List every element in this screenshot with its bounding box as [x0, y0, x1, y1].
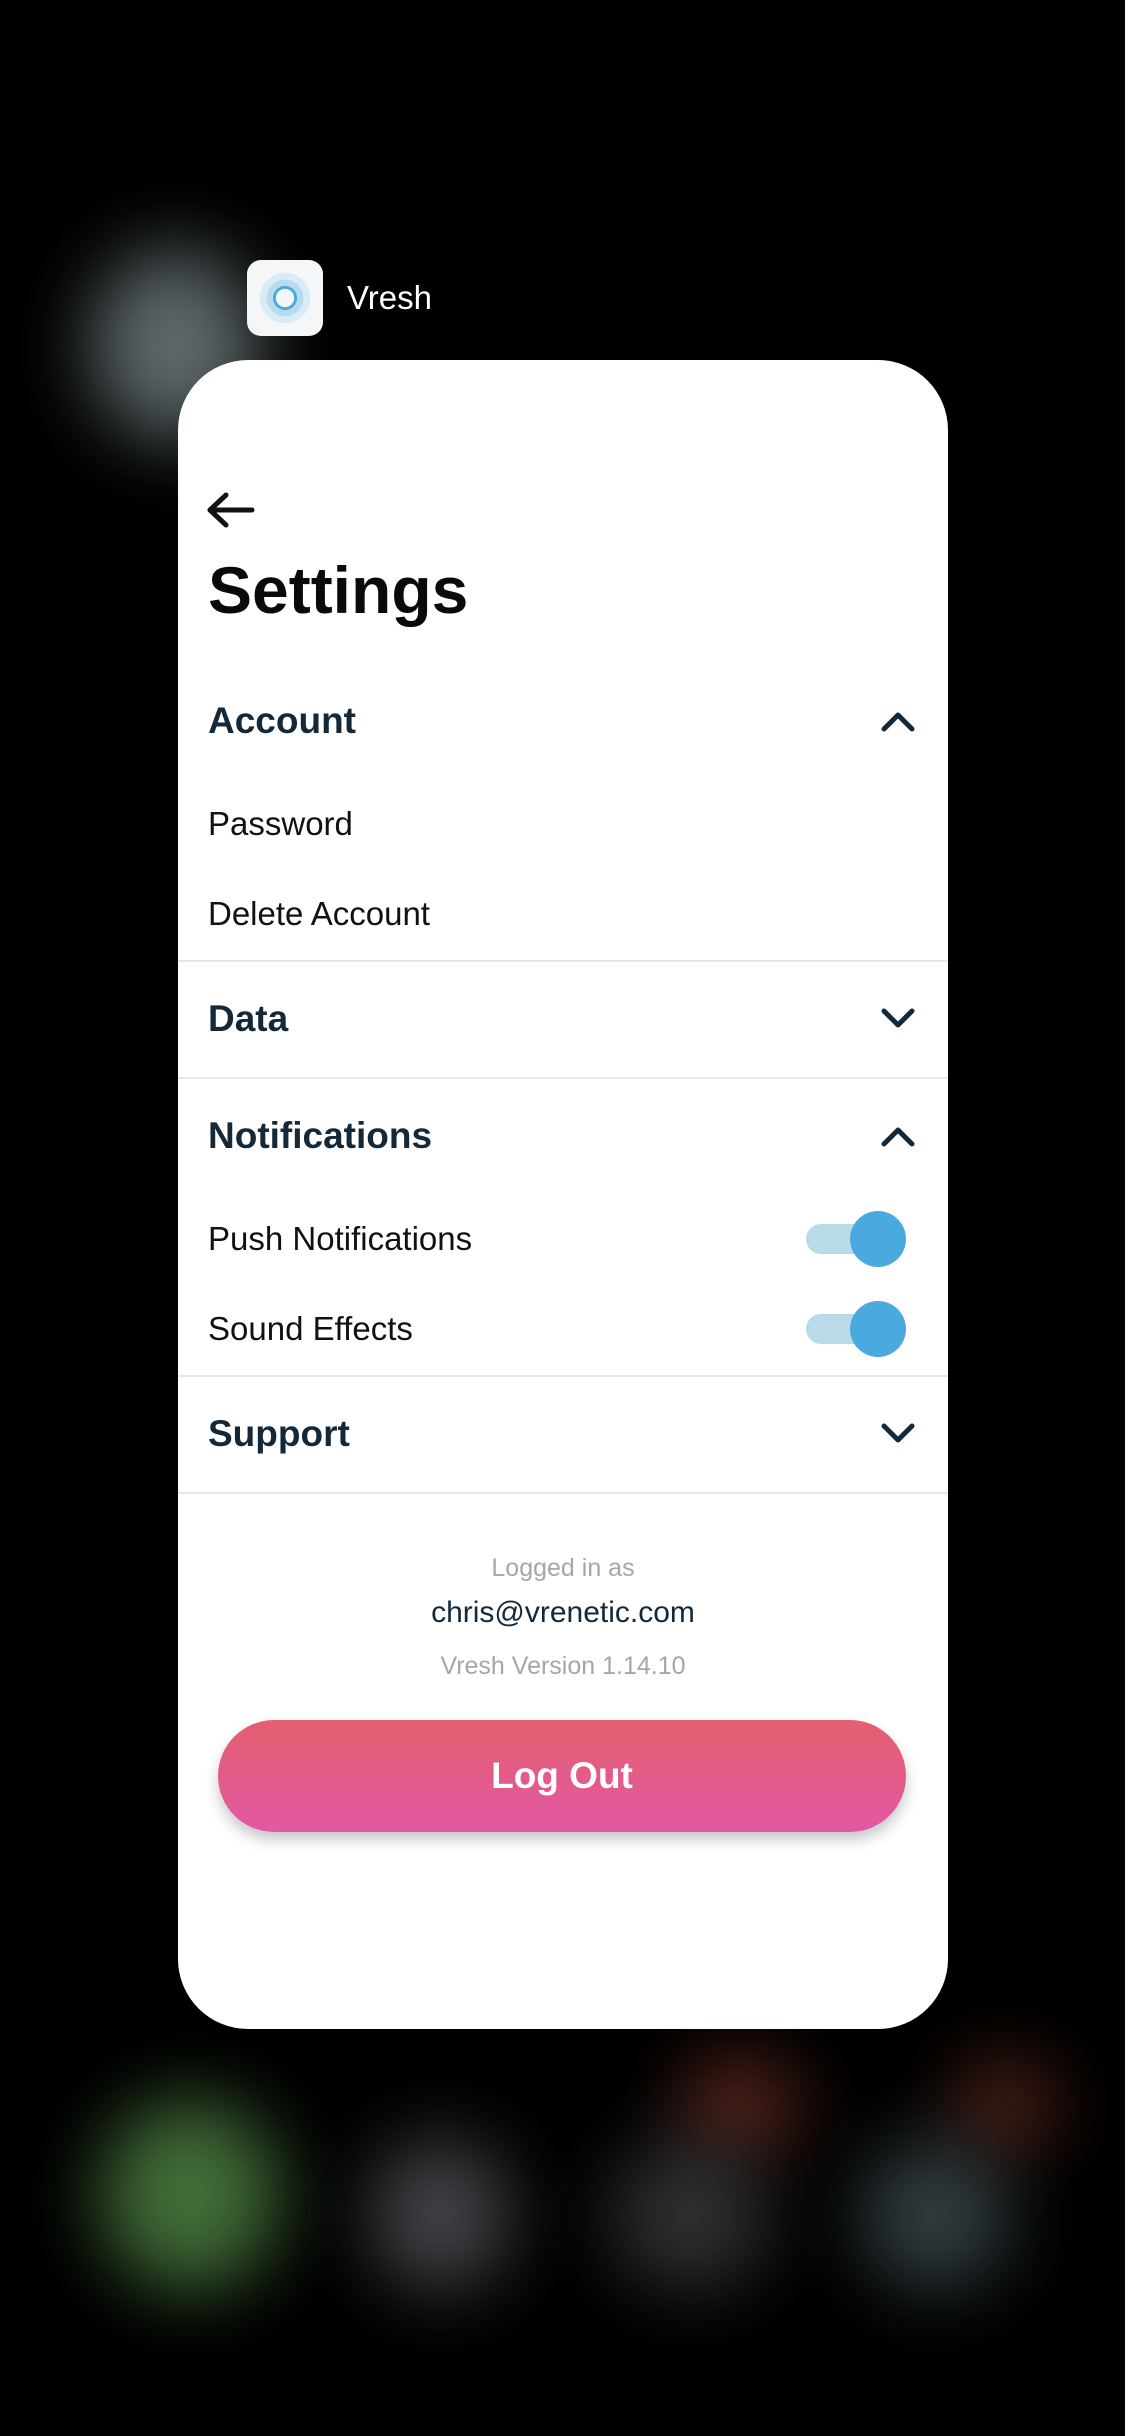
toggle-knob — [850, 1211, 906, 1267]
sound-effects-toggle[interactable] — [804, 1299, 908, 1359]
divider — [178, 1375, 948, 1377]
blurred-dock-app-green — [100, 2100, 280, 2290]
settings-app-card[interactable]: Settings Account Password Delete Account… — [178, 360, 948, 2029]
section-header-support[interactable]: Support — [178, 1394, 948, 1474]
logged-in-label: Logged in as — [491, 1554, 635, 1582]
section-title: Account — [208, 700, 356, 741]
divider — [178, 1492, 948, 1494]
settings-item-sound-effects[interactable]: Sound Effects — [178, 1299, 948, 1359]
chevron-down-icon — [881, 1008, 915, 1028]
section-title: Notifications — [208, 1115, 433, 1156]
section-title: Support — [208, 1413, 350, 1454]
blurred-dock-app-gray — [370, 2140, 510, 2290]
section-header-account[interactable]: Account — [178, 681, 948, 761]
app-switcher-screen: Vresh Settings Account Password Delete A… — [0, 0, 1125, 2436]
blurred-dock-app-dark — [610, 2140, 770, 2290]
back-button[interactable] — [206, 490, 256, 530]
row-label: Delete Account — [208, 895, 430, 932]
blurred-dock-app-teal — [860, 2140, 1010, 2290]
app-version: Vresh Version 1.14.10 — [440, 1652, 686, 1680]
vresh-ring-icon — [247, 260, 323, 336]
divider — [178, 960, 948, 962]
chevron-up-icon — [881, 1127, 915, 1147]
account-email: chris@vrenetic.com — [431, 1596, 695, 1629]
section-title: Data — [208, 998, 289, 1039]
section-header-notifications[interactable]: Notifications — [178, 1096, 948, 1176]
page-title: Settings — [208, 553, 469, 627]
divider — [178, 1077, 948, 1079]
settings-item-delete-account[interactable]: Delete Account — [178, 884, 948, 944]
blurred-dock-badge — [680, 2060, 800, 2150]
settings-item-password[interactable]: Password — [178, 794, 948, 854]
settings-item-push-notifications[interactable]: Push Notifications — [178, 1209, 948, 1269]
toggle-knob — [850, 1301, 906, 1357]
app-switcher-header[interactable]: Vresh — [247, 260, 432, 336]
section-header-data[interactable]: Data — [178, 979, 948, 1059]
chevron-down-icon — [881, 1423, 915, 1443]
chevron-up-icon — [881, 712, 915, 732]
row-label: Sound Effects — [208, 1310, 413, 1347]
row-label: Password — [208, 805, 353, 842]
arrow-left-icon — [207, 492, 255, 528]
log-out-button[interactable]: Log Out — [218, 1720, 906, 1832]
row-label: Push Notifications — [208, 1220, 473, 1257]
app-name: Vresh — [347, 279, 432, 316]
blurred-dock-badge — [955, 2060, 1055, 2150]
push-notifications-toggle[interactable] — [804, 1209, 908, 1269]
